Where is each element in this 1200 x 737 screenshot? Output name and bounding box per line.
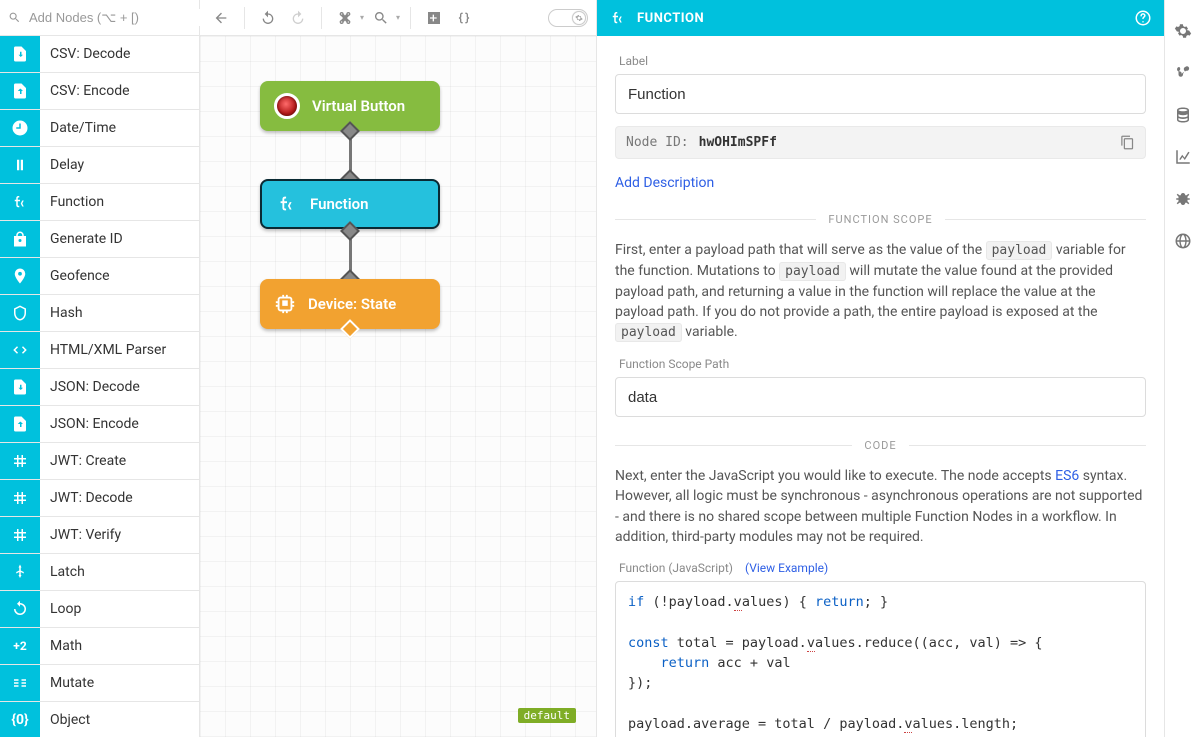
palette-item-function[interactable]: Function	[0, 184, 199, 221]
node-id-label: Node ID:	[626, 135, 689, 150]
palette-item-mutate[interactable]: Mutate	[0, 665, 199, 702]
node-search-input[interactable]	[27, 9, 207, 26]
node-search[interactable]	[0, 0, 199, 36]
code-description: Next, enter the JavaScript you would lik…	[615, 466, 1146, 547]
virtual-button-icon	[274, 93, 300, 119]
add-note-button[interactable]	[421, 5, 447, 31]
panel-header: FUNCTION	[597, 0, 1164, 36]
properties-panel: FUNCTION Label Node ID: hwOHImSPFf Add D…	[596, 0, 1164, 737]
code-block-button[interactable]	[451, 5, 477, 31]
branch-icon[interactable]	[1174, 64, 1192, 82]
chart-icon[interactable]	[1174, 148, 1192, 166]
help-icon[interactable]	[1134, 9, 1152, 27]
palette-item-label: CSV: Decode	[40, 46, 130, 62]
palette-item-object[interactable]: {0}Object	[0, 702, 199, 737]
scope-path-label: Function Scope Path	[619, 357, 1146, 371]
code-editor-label: Function (JavaScript)	[619, 561, 733, 575]
palette-item-label: Geofence	[40, 268, 110, 284]
palette-item-label: Date/Time	[40, 120, 116, 136]
version-tag: default	[518, 708, 576, 723]
palette-item-csv-encode[interactable]: CSV: Encode	[0, 73, 199, 110]
view-example-link[interactable]: (View Example)	[745, 561, 828, 575]
palette-item-latch[interactable]: Latch	[0, 554, 199, 591]
globe-icon[interactable]	[1174, 232, 1192, 250]
palette-item-json-encode[interactable]: JSON: Encode	[0, 406, 199, 443]
palette-item-label: CSV: Encode	[40, 83, 130, 99]
palette-item-label: Delay	[40, 157, 84, 173]
palette-item-label: Hash	[40, 305, 83, 321]
palette-item-jwt-decode[interactable]: JWT: Decode	[0, 480, 199, 517]
palette-item-json-decode[interactable]: JSON: Decode	[0, 369, 199, 406]
redo-button[interactable]	[285, 5, 311, 31]
palette-item-label: Math	[40, 638, 82, 654]
right-rail	[1164, 0, 1200, 737]
copy-icon[interactable]	[1120, 135, 1135, 150]
chip-icon	[274, 293, 296, 315]
cut-menu-button[interactable]	[332, 5, 358, 31]
stream-toggle[interactable]	[548, 9, 588, 27]
function-icon	[609, 9, 627, 27]
canvas-toolbar: ▾ ▾	[200, 0, 596, 36]
palette-item-label: JSON: Decode	[40, 379, 140, 395]
label-input[interactable]	[615, 74, 1146, 114]
palette-item-datetime[interactable]: Date/Time	[0, 110, 199, 147]
search-icon	[8, 11, 21, 24]
gear-icon	[575, 14, 583, 22]
panel-title: FUNCTION	[637, 11, 704, 26]
function-icon	[276, 193, 298, 215]
palette-item-label: JWT: Decode	[40, 490, 133, 506]
palette-item-label: JWT: Verify	[40, 527, 121, 543]
palette-item-label: Generate ID	[40, 231, 123, 247]
palette-item-jwt-verify[interactable]: JWT: Verify	[0, 517, 199, 554]
chevron-down-icon: ▾	[360, 13, 364, 22]
palette-item-label: Object	[40, 712, 90, 728]
es6-link[interactable]: ES6	[1055, 468, 1079, 484]
palette-item-label: Function	[40, 194, 104, 210]
scope-path-input[interactable]	[615, 377, 1146, 417]
palette-item-label: Mutate	[40, 675, 94, 691]
section-header: FUNCTION SCOPE	[828, 213, 932, 226]
palette-item-html-xml[interactable]: HTML/XML Parser	[0, 332, 199, 369]
add-description-link[interactable]: Add Description	[615, 175, 714, 191]
settings-icon[interactable]	[1174, 22, 1192, 40]
palette-item-label: Loop	[40, 601, 81, 617]
palette-item-jwt-create[interactable]: JWT: Create	[0, 443, 199, 480]
workflow-canvas[interactable]: Virtual Button Function Device: State de…	[200, 36, 596, 737]
palette-item-geofence[interactable]: Geofence	[0, 258, 199, 295]
palette-item-math[interactable]: +2Math	[0, 628, 199, 665]
palette-item-label: Latch	[40, 564, 85, 580]
zoom-menu-button[interactable]	[368, 5, 394, 31]
chevron-down-icon: ▾	[396, 13, 400, 22]
bug-icon[interactable]	[1174, 190, 1192, 208]
palette-item-generate-id[interactable]: Generate ID	[0, 221, 199, 258]
section-header: CODE	[864, 439, 896, 452]
palette-item-hash[interactable]: Hash	[0, 295, 199, 332]
palette-item-label: JSON: Encode	[40, 416, 139, 432]
node-id-value: hwOHImSPFf	[699, 135, 777, 150]
back-button[interactable]	[208, 5, 234, 31]
node-id-row: Node ID: hwOHImSPFf	[615, 126, 1146, 159]
palette-item-csv-decode[interactable]: CSV: Decode	[0, 36, 199, 73]
label-field-label: Label	[619, 54, 1146, 68]
code-editor[interactable]: if (!payload.values) { return; } const t…	[615, 581, 1146, 737]
scope-description: First, enter a payload path that will se…	[615, 240, 1146, 343]
palette-item-label: JWT: Create	[40, 453, 126, 469]
node-palette: CSV: Decode CSV: Encode Date/Time Delay …	[0, 0, 200, 737]
node-label: Virtual Button	[312, 97, 405, 115]
palette-item-delay[interactable]: Delay	[0, 147, 199, 184]
palette-item-loop[interactable]: Loop	[0, 591, 199, 628]
palette-item-label: HTML/XML Parser	[40, 342, 166, 358]
database-icon[interactable]	[1174, 106, 1192, 124]
undo-button[interactable]	[255, 5, 281, 31]
node-label: Function	[310, 195, 368, 213]
node-label: Device: State	[308, 295, 396, 313]
